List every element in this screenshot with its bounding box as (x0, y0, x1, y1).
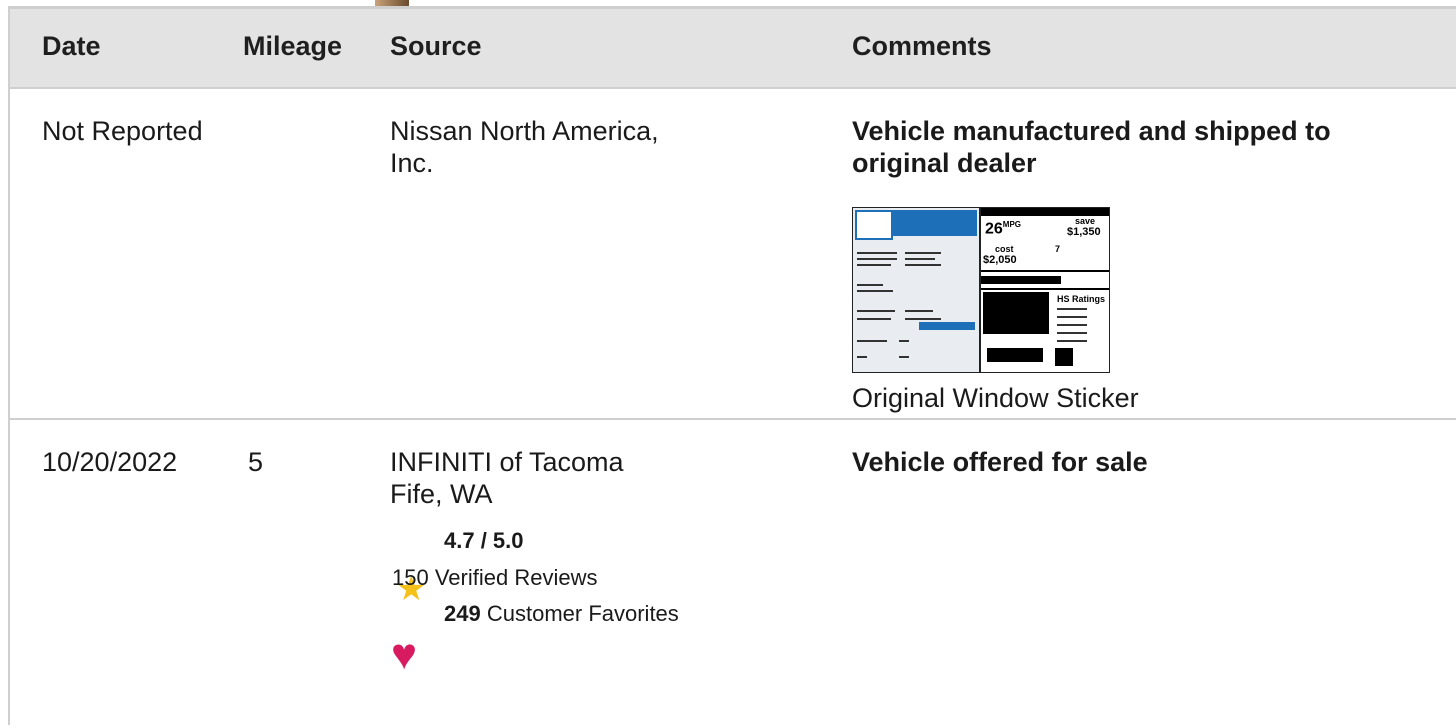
dealer-location: Fife, WA (390, 479, 493, 509)
header-mileage: Mileage (243, 31, 343, 61)
heart-icon: ♥ (391, 630, 418, 679)
row-source[interactable]: INFINITI of Tacoma Fife, WA (390, 446, 624, 510)
row-source: Nissan North America, Inc. (390, 116, 659, 178)
header-comments: Comments (852, 31, 992, 61)
table-header: Date Mileage Source Comments (10, 6, 1456, 89)
customer-favorites[interactable]: 249 Customer Favorites (444, 601, 679, 627)
row-date: Not Reported (42, 116, 203, 146)
dealer-name[interactable]: INFINITI of Tacoma (390, 446, 624, 478)
window-sticker-caption[interactable]: Original Window Sticker (852, 383, 1139, 414)
row-comment: Vehicle offered for sale (852, 447, 1148, 477)
row-date: 10/20/2022 (42, 447, 178, 477)
header-date: Date (42, 31, 101, 61)
row-comment: Vehicle manufactured and shipped to orig… (852, 116, 1331, 178)
header-source: Source (390, 31, 482, 61)
table-row: 10/20/2022 5 INFINITI of Tacoma Fife, WA… (10, 420, 1456, 728)
dealer-rating: 4.7 / 5.0 (444, 528, 524, 553)
row-mileage: 5 (248, 447, 264, 477)
window-sticker-thumbnail[interactable]: 26MPG save $1,350 cost $2,050 7 HS Ratin… (852, 207, 1110, 373)
table-row: Not Reported Nissan North America, Inc. … (10, 89, 1456, 420)
history-table: Date Mileage Source Comments Not Reporte… (8, 6, 1456, 725)
verified-reviews[interactable]: 150 Verified Reviews (392, 565, 597, 591)
